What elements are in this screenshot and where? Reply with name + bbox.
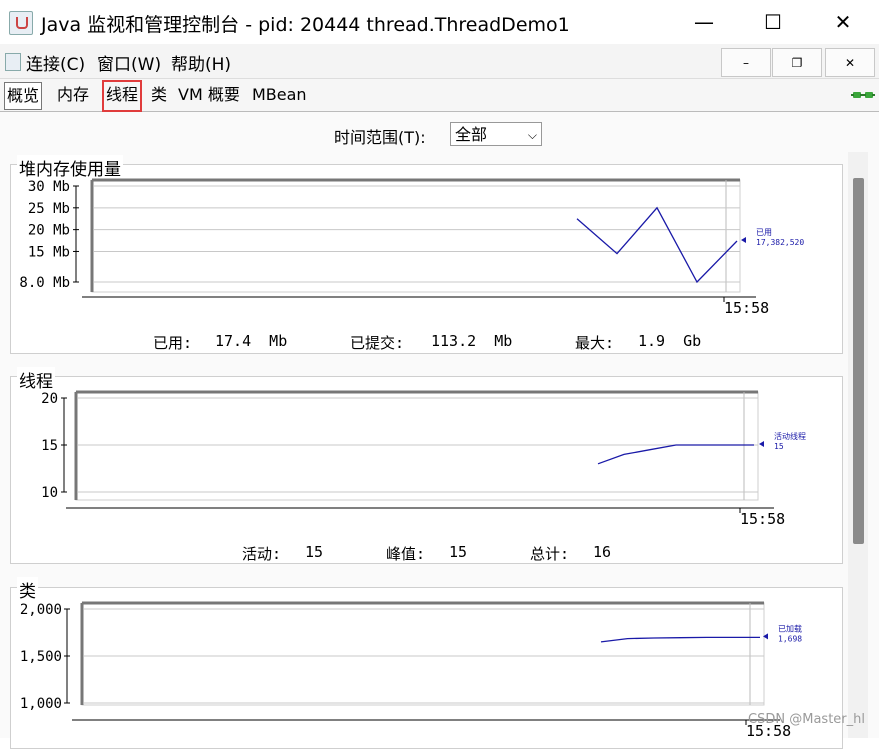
- menu-help[interactable]: 帮助(H): [171, 50, 231, 75]
- mdi-restore-button[interactable]: ❐: [772, 48, 822, 77]
- y-tick-label: 15: [41, 438, 58, 454]
- plot-area: [75, 391, 759, 501]
- classes-chart: 2,0001,5001,00015:58已加载1,698: [20, 601, 802, 738]
- legend-series-name: 活动线程: [774, 431, 806, 441]
- plot-area: [81, 602, 765, 706]
- tab-classes[interactable]: 类: [149, 82, 169, 108]
- tab-overview[interactable]: 概览: [4, 82, 43, 110]
- mdi-close-button[interactable]: ✕: [825, 48, 875, 77]
- heap-max-value: 1.9 Gb: [638, 332, 702, 350]
- threads-chart: 20151015:58活动线程15: [41, 390, 806, 528]
- java-app-icon: [9, 11, 33, 35]
- tab-mbeans[interactable]: MBean: [250, 82, 309, 108]
- window-minimize-button[interactable]: —: [675, 0, 733, 44]
- minimize-icon: —: [694, 10, 714, 34]
- y-tick-label: 8.0 Mb: [19, 275, 70, 291]
- chevron-down-icon: ⌵: [527, 128, 537, 142]
- tab-threads[interactable]: 线程: [102, 80, 143, 112]
- legend-value: 1,698: [778, 634, 802, 643]
- legend-marker: [759, 441, 764, 447]
- tab-memory[interactable]: 内存: [55, 82, 91, 108]
- heap-chart: 30 Mb 25 Mb 20 Mb 15 Mb 8.0 Mb 15:58 已用17,382,…: [19, 178, 804, 317]
- time-range-select[interactable]: 全部 ⌵: [450, 122, 542, 146]
- y-tick-label: 15 Mb: [28, 244, 70, 260]
- connection-status-icon: [851, 92, 875, 98]
- threads-live-label: 活动:: [242, 545, 282, 563]
- window-maximize-button[interactable]: ☐: [744, 0, 802, 44]
- watermark: CSDN @Master_hl: [748, 712, 865, 727]
- window-close-button[interactable]: ✕: [814, 0, 872, 44]
- threads-live-value: 15: [305, 543, 324, 561]
- heap-committed-label: 已提交:: [350, 334, 405, 352]
- y-tick-label: 10: [41, 485, 58, 501]
- x-tick-label: 15:58: [724, 299, 769, 317]
- threads-total-label: 总计:: [530, 545, 570, 563]
- tab-vm-summary[interactable]: VM 概要: [176, 82, 242, 108]
- legend-value: 15: [774, 442, 784, 451]
- window-title: Java 监视和管理控制台 - pid: 20444 thread.Thread…: [41, 14, 570, 36]
- maximize-icon: ☐: [764, 10, 782, 34]
- heap-used-label: 已用:: [153, 334, 193, 352]
- time-range-label: 时间范围(T):: [334, 128, 426, 147]
- y-tick-label: 20 Mb: [28, 223, 70, 239]
- minimize-icon: –: [743, 55, 749, 70]
- java-document-icon: [5, 53, 21, 71]
- y-tick-label: 25 Mb: [28, 201, 70, 217]
- x-tick-label: 15:58: [740, 510, 785, 528]
- y-tick-label: 1,000: [20, 696, 62, 712]
- threads-total-value: 16: [593, 543, 612, 561]
- legend-marker: [741, 236, 746, 243]
- heap-committed-value: 113.2 Mb: [431, 332, 513, 350]
- heap-max-label: 最大:: [575, 334, 615, 352]
- heap-used-value: 17.4 Mb: [215, 332, 288, 350]
- legend-value: 17,382,520: [756, 238, 804, 247]
- restore-icon: ❐: [791, 55, 803, 70]
- y-tick-label: 1,500: [20, 649, 62, 665]
- threads-peak-label: 峰值:: [386, 545, 426, 563]
- close-icon: ✕: [834, 10, 852, 34]
- threads-peak-value: 15: [449, 543, 468, 561]
- y-tick-label: 2,000: [20, 602, 62, 618]
- menu-connect[interactable]: 连接(C): [26, 50, 85, 75]
- menu-window[interactable]: 窗口(W): [97, 50, 161, 75]
- legend-series-name: 已加载: [778, 623, 802, 633]
- plot-area: [91, 179, 741, 293]
- legend-series-name: 已用: [756, 228, 772, 237]
- time-range-value: 全部: [455, 125, 488, 144]
- scrollbar-thumb[interactable]: [853, 178, 864, 544]
- y-tick-label: 30 Mb: [28, 179, 70, 195]
- mdi-minimize-button[interactable]: –: [721, 48, 771, 77]
- y-tick-label: 20: [41, 391, 58, 407]
- close-icon: ✕: [844, 55, 856, 70]
